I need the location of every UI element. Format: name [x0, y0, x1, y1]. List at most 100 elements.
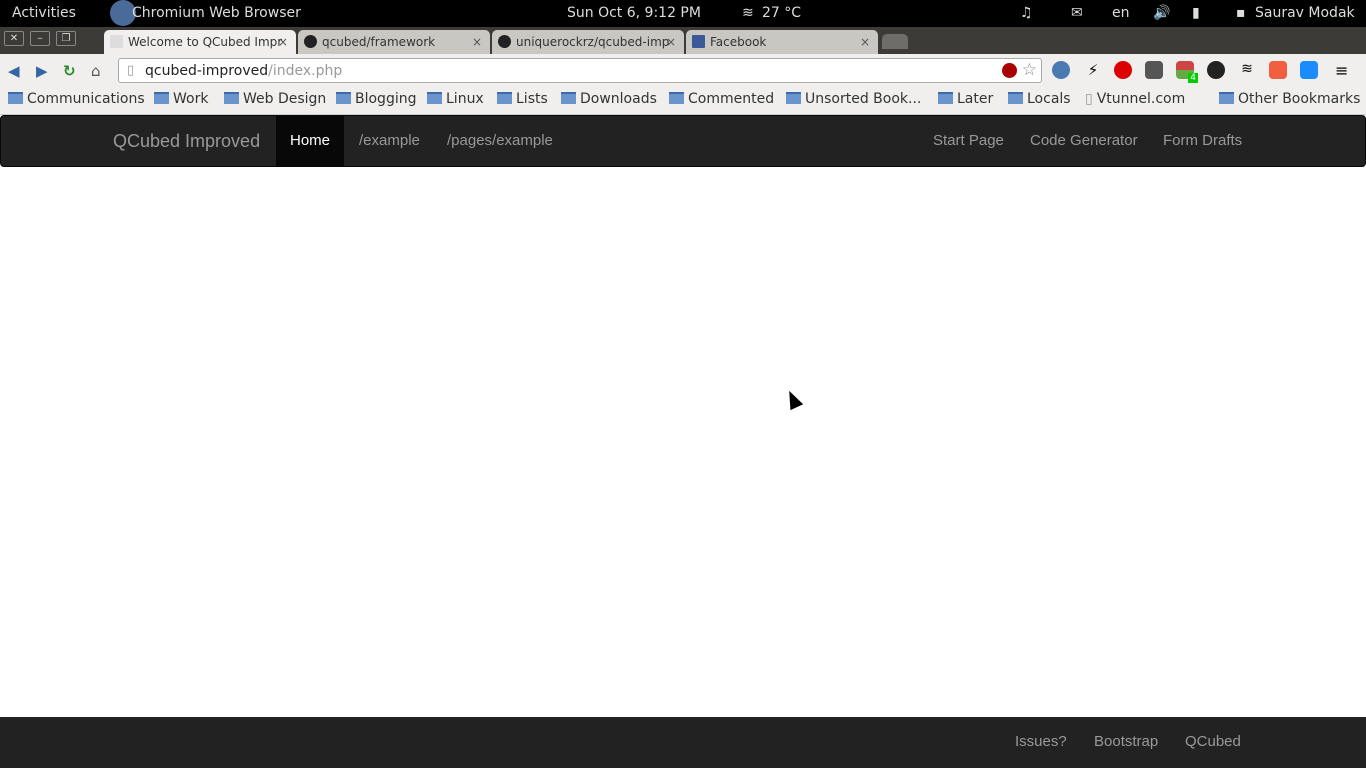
mail-icon[interactable]: ✉: [1071, 5, 1083, 21]
tab-qcubed-welcome[interactable]: Welcome to QCubed Impr ×: [104, 30, 296, 54]
minimize-button[interactable]: –: [30, 31, 50, 46]
plus-extension-icon[interactable]: [1269, 61, 1287, 79]
bookmark-label: Commented: [688, 91, 775, 107]
bookmark-label: Web Design: [243, 91, 327, 107]
user-menu[interactable]: Saurav Modak: [1255, 5, 1355, 21]
brand-link[interactable]: QCubed Improved: [113, 116, 260, 166]
tab-title: uniquerockrz/qcubed-imp: [516, 35, 670, 49]
footer-bootstrap-link[interactable]: Bootstrap: [1094, 733, 1158, 750]
page-icon: ▯: [1085, 91, 1093, 107]
bookmark-label: Communications: [27, 91, 145, 107]
bookmark-folder[interactable]: Downloads: [561, 91, 657, 107]
extension-stack-icon[interactable]: 4: [1176, 61, 1198, 83]
url-host: qcubed-improved: [145, 63, 269, 79]
bookmark-folder[interactable]: Unsorted Book...: [786, 91, 921, 107]
new-tab-button[interactable]: [882, 34, 908, 49]
bookmark-folder[interactable]: Later: [938, 91, 993, 107]
bookmark-folder[interactable]: Linux: [427, 91, 484, 107]
bookmark-label: Lists: [516, 91, 548, 107]
bookmark-label: Downloads: [580, 91, 657, 107]
nav-start-page[interactable]: Start Page: [933, 116, 1004, 166]
folder-icon: [786, 92, 801, 104]
close-tab-icon[interactable]: ×: [472, 35, 482, 49]
buffer-icon[interactable]: ≋: [1238, 61, 1256, 79]
bookmark-label: Linux: [446, 91, 484, 107]
bookmark-folder[interactable]: Communications: [8, 91, 145, 107]
weather[interactable]: 27 °C: [762, 5, 801, 21]
app-menu[interactable]: Chromium Web Browser: [132, 5, 301, 21]
menu-icon[interactable]: ≡: [1335, 61, 1353, 80]
pocket-icon[interactable]: [1145, 61, 1163, 79]
restore-button[interactable]: ❐: [56, 31, 76, 46]
bookmark-label: Blogging: [355, 91, 417, 107]
page-icon: [110, 35, 123, 48]
bookmark-label: Other Bookmarks: [1238, 91, 1361, 107]
footer-issues-link[interactable]: Issues?: [1015, 733, 1067, 750]
forward-icon[interactable]: ▶: [36, 62, 48, 80]
bookmark-folder[interactable]: Locals: [1008, 91, 1071, 107]
music-icon[interactable]: ♫: [1020, 5, 1033, 21]
bookmark-label: Vtunnel.com: [1096, 91, 1186, 107]
folder-icon: [497, 92, 512, 104]
diigo-icon[interactable]: [1300, 61, 1318, 79]
folder-icon: [561, 92, 576, 104]
bookmark-link[interactable]: ▯ Vtunnel.com: [1085, 91, 1185, 107]
tab-title: qcubed/framework: [322, 35, 436, 49]
github-icon: [304, 35, 317, 48]
volume-icon[interactable]: 🔊: [1153, 5, 1170, 21]
close-window-button[interactable]: ✕: [4, 31, 24, 46]
folder-icon: [336, 92, 351, 104]
tab-uniquerockrz[interactable]: uniquerockrz/qcubed-imp ×: [492, 30, 684, 54]
bookmark-label: Unsorted Book...: [805, 91, 922, 107]
tab-qcubed-framework[interactable]: qcubed/framework ×: [298, 30, 490, 54]
close-tab-icon[interactable]: ×: [666, 35, 676, 49]
folder-icon: [154, 92, 169, 104]
folder-icon: [938, 92, 953, 104]
browser-toolbar: ◀ ▶ ↻ ⌂ ▯ qcubed-improved/index.php ☆ ⚡ …: [0, 54, 1366, 86]
blocked-icon[interactable]: [1002, 63, 1017, 78]
extension-globe-icon[interactable]: [1052, 61, 1070, 79]
tab-facebook[interactable]: Facebook ×: [686, 30, 878, 54]
bookmark-folder[interactable]: Web Design: [224, 91, 326, 107]
bookmark-folder[interactable]: Blogging: [336, 91, 416, 107]
url-path: /index.php: [268, 63, 343, 79]
user-status-icon: ▪: [1236, 5, 1246, 21]
bookmark-folder[interactable]: Work: [154, 91, 208, 107]
lightning-icon[interactable]: ⚡: [1084, 61, 1102, 79]
folder-icon: [224, 92, 239, 104]
folder-icon: [1008, 92, 1023, 104]
clock[interactable]: Sun Oct 6, 9:12 PM: [567, 5, 701, 21]
extension-badge: 4: [1188, 73, 1198, 83]
nav-code-generator[interactable]: Code Generator: [1030, 116, 1138, 166]
bookmark-folder[interactable]: Commented: [669, 91, 774, 107]
bookmark-folder[interactable]: Lists: [497, 91, 548, 107]
adblock-icon[interactable]: [1114, 61, 1132, 79]
facebook-icon: [692, 35, 705, 48]
folder-icon: [427, 92, 442, 104]
nav-example[interactable]: /example: [359, 116, 420, 166]
nav-home[interactable]: Home: [276, 116, 344, 166]
bookmarks-bar: Communications Work Web Design Blogging …: [0, 86, 1366, 115]
keyboard-language[interactable]: en: [1112, 5, 1130, 21]
home-icon[interactable]: ⌂: [91, 62, 101, 80]
bookmark-label: Later: [957, 91, 994, 107]
activities-button[interactable]: Activities: [12, 5, 76, 21]
other-bookmarks[interactable]: Other Bookmarks: [1219, 91, 1360, 107]
close-tab-icon[interactable]: ×: [860, 35, 870, 49]
bookmark-star-icon[interactable]: ☆: [1022, 60, 1037, 80]
footer-qcubed-link[interactable]: QCubed: [1185, 733, 1241, 750]
color-picker-icon[interactable]: [1207, 61, 1225, 79]
folder-icon: [8, 92, 23, 104]
nav-form-drafts[interactable]: Form Drafts: [1163, 116, 1242, 166]
network-icon[interactable]: ▮: [1192, 5, 1200, 21]
close-tab-icon[interactable]: ×: [278, 35, 288, 49]
back-icon[interactable]: ◀: [8, 62, 20, 80]
nav-pages-example[interactable]: /pages/example: [447, 116, 553, 166]
bookmark-label: Locals: [1027, 91, 1071, 107]
address-bar[interactable]: ▯ qcubed-improved/index.php ☆: [118, 58, 1042, 83]
site-navbar: QCubed Improved Home /example /pages/exa…: [0, 115, 1366, 167]
system-top-bar: Activities Chromium Web Browser Sun Oct …: [0, 0, 1366, 27]
reload-icon[interactable]: ↻: [63, 62, 76, 80]
site-footer: Issues? Bootstrap QCubed: [0, 717, 1366, 768]
folder-icon: [669, 92, 684, 104]
